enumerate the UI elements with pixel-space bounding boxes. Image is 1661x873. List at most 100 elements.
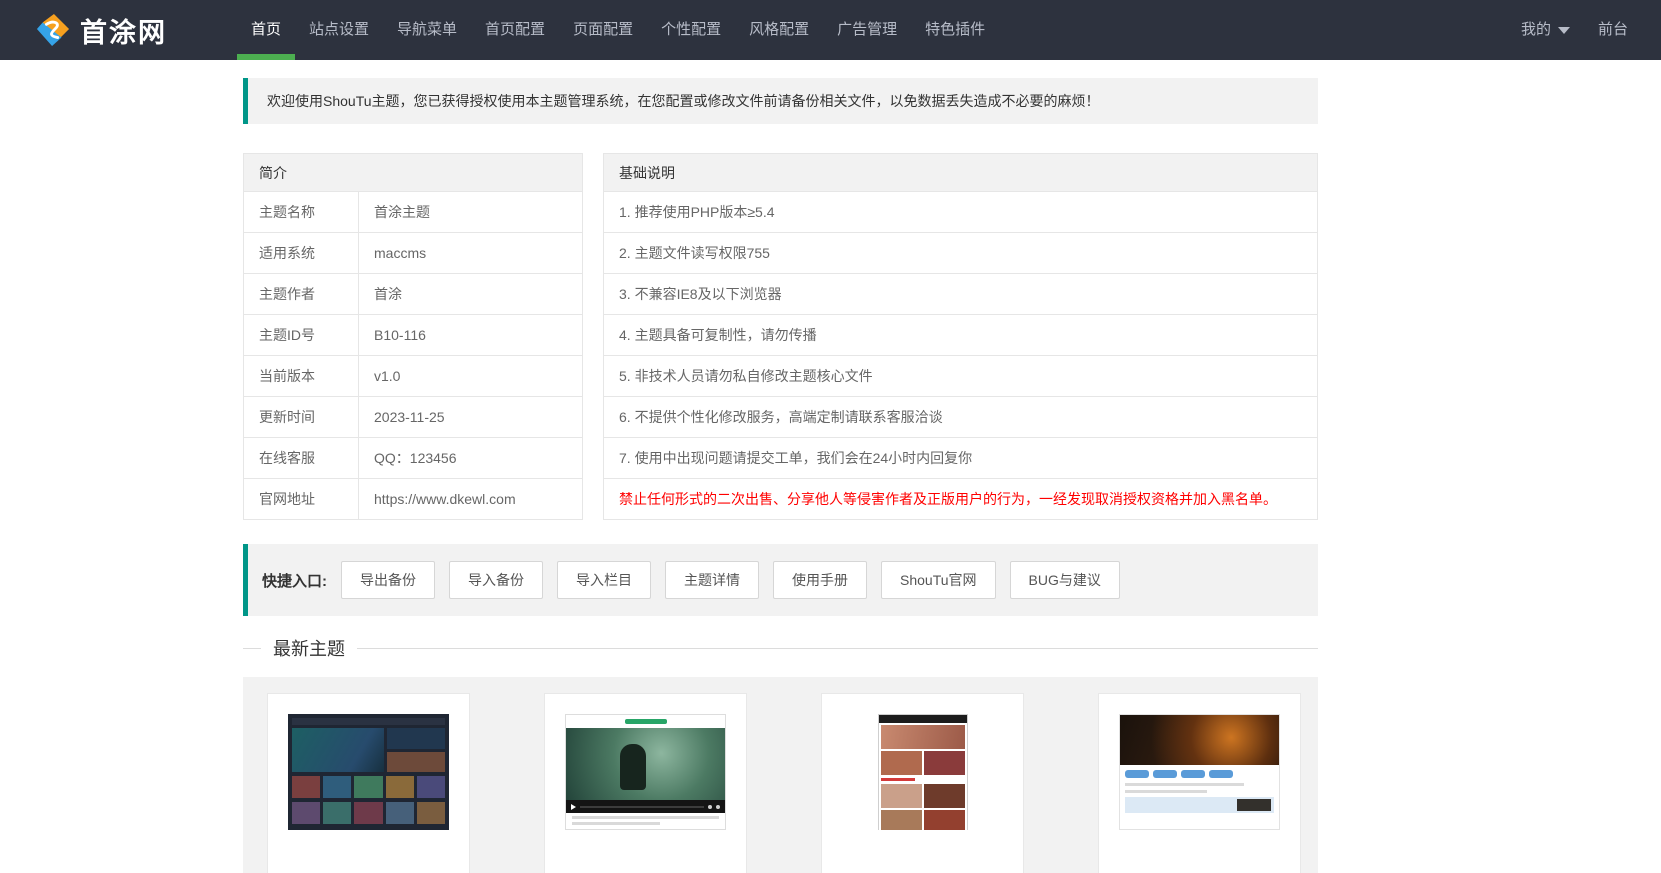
note-item: 2. 主题文件读写权限755: [603, 232, 1318, 274]
row-label: 主题ID号: [243, 314, 359, 356]
note-item: 6. 不提供个性化修改服务，高端定制请联系客服洽谈: [603, 396, 1318, 438]
theme-preview-image: [842, 714, 1003, 830]
table-row: 适用系统 maccms: [243, 232, 583, 274]
user-manual-button[interactable]: 使用手册: [773, 561, 867, 599]
phone-photo-grid: [880, 784, 965, 808]
export-backup-button[interactable]: 导出备份: [341, 561, 435, 599]
my-account-label: 我的: [1520, 21, 1551, 38]
shoutu-official-site-button[interactable]: ShouTu官网: [881, 561, 996, 599]
phone-photo-grid: [880, 810, 965, 830]
table-row: 主题名称 首涂主题: [243, 191, 583, 233]
divider-line: [243, 647, 261, 649]
theme-card[interactable]: [821, 693, 1024, 873]
preview-thumbnail-row: [292, 776, 446, 798]
row-label: 在线客服: [243, 437, 359, 479]
preview-title-bar: [566, 715, 725, 728]
notes-table: 基础说明 1. 推荐使用PHP版本≥5.4 2. 主题文件读写权限755 3. …: [603, 153, 1318, 520]
nav-item-site-settings[interactable]: 站点设置: [295, 0, 383, 60]
quick-entry-bar: 快捷入口: 导出备份 导入备份 导入栏目 主题详情 使用手册 ShouTu官网 …: [243, 544, 1318, 616]
bug-suggestion-button[interactable]: BUG与建议: [1009, 561, 1120, 599]
note-item: 1. 推荐使用PHP版本≥5.4: [603, 191, 1318, 233]
row-label: 当前版本: [243, 355, 359, 397]
nav-item-personal-config[interactable]: 个性配置: [647, 0, 735, 60]
latest-themes-panel: [243, 677, 1318, 873]
row-value: v1.0: [358, 355, 583, 397]
my-account-menu[interactable]: 我的: [1507, 0, 1584, 60]
row-value: B10-116: [358, 314, 583, 356]
row-label: 更新时间: [243, 396, 359, 438]
theme-card[interactable]: [267, 693, 470, 873]
license-warning-text: 禁止任何形式的二次出售、分享他人等侵害作者及正版用户的行为，一经发现取消授权资格…: [603, 478, 1318, 520]
import-backup-button[interactable]: 导入备份: [449, 561, 543, 599]
table-row: 6. 不提供个性化修改服务，高端定制请联系客服洽谈: [603, 396, 1318, 438]
nav-item-page-config[interactable]: 页面配置: [559, 0, 647, 60]
theme-card[interactable]: [544, 693, 747, 873]
section-title: 最新主题: [273, 639, 345, 659]
navbar-right: 我的 前台: [1507, 0, 1642, 60]
nav-item-style-config[interactable]: 风格配置: [735, 0, 823, 60]
import-categories-button[interactable]: 导入栏目: [557, 561, 651, 599]
preview-thumbnail-row: [292, 802, 446, 824]
preview-header-bar: [292, 718, 445, 725]
table-row: 当前版本 v1.0: [243, 355, 583, 397]
quick-entry-label: 快捷入口:: [262, 572, 327, 590]
nav-item-featured-plugins[interactable]: 特色插件: [911, 0, 999, 60]
row-label: 主题名称: [243, 191, 359, 233]
table-row: 更新时间 2023-11-25: [243, 396, 583, 438]
theme-card[interactable]: [1098, 693, 1301, 873]
main-nav: 首页 站点设置 导航菜单 首页配置 页面配置 个性配置 风格配置 广告管理 特色…: [237, 0, 999, 60]
table-row: 官网地址 https://www.dkewl.com: [243, 478, 583, 520]
note-item: 7. 使用中出现问题请提交工单，我们会在24小时内回复你: [603, 437, 1318, 479]
row-label: 主题作者: [243, 273, 359, 315]
frontend-link[interactable]: 前台: [1584, 0, 1642, 60]
table-row: 3. 不兼容IE8及以下浏览器: [603, 273, 1318, 315]
notes-table-title: 基础说明: [603, 153, 1318, 192]
preview-player-controls: [566, 800, 725, 813]
preview-banner-strip: [1125, 797, 1274, 813]
theme-preview-image: [565, 714, 726, 830]
nav-item-homepage-config[interactable]: 首页配置: [471, 0, 559, 60]
phone-photo-grid: [880, 751, 965, 775]
row-value: maccms: [358, 232, 583, 274]
nav-item-home[interactable]: 首页: [237, 0, 296, 60]
theme-preview-image: [1119, 714, 1280, 830]
welcome-text: 欢迎使用ShouTu主题，您已获得授权使用本主题管理系统，在您配置或修改文件前请…: [267, 93, 1100, 109]
preview-hero: [1120, 715, 1279, 765]
play-icon: [571, 803, 576, 810]
table-row: 在线客服 QQ：123456: [243, 437, 583, 479]
note-item: 4. 主题具备可复制性，请勿传播: [603, 314, 1318, 356]
table-row: 4. 主题具备可复制性，请勿传播: [603, 314, 1318, 356]
row-value: 首涂: [358, 273, 583, 315]
chevron-down-icon: [1557, 26, 1570, 34]
preview-hero: [292, 728, 445, 772]
logo-icon: [36, 13, 70, 47]
nav-item-ad-management[interactable]: 广告管理: [823, 0, 911, 60]
table-row: 禁止任何形式的二次出售、分享他人等侵害作者及正版用户的行为，一经发现取消授权资格…: [603, 478, 1318, 520]
preview-phone-screen: [877, 714, 968, 830]
logo-text: 首涂网: [80, 17, 167, 48]
intro-table: 简介 主题名称 首涂主题 适用系统 maccms 主题作者 首涂 主题ID号 B…: [243, 153, 583, 520]
row-label: 官网地址: [243, 478, 359, 520]
top-navbar: 首涂网 首页 站点设置 导航菜单 首页配置 页面配置 个性配置 风格配置 广告管…: [0, 0, 1661, 60]
theme-details-button[interactable]: 主题详情: [665, 561, 759, 599]
theme-preview-image: [288, 714, 449, 830]
phone-banner: [880, 725, 965, 749]
table-row: 主题作者 首涂: [243, 273, 583, 315]
note-item: 3. 不兼容IE8及以下浏览器: [603, 273, 1318, 315]
phone-statusbar: [878, 715, 967, 723]
welcome-alert: 欢迎使用ShouTu主题，您已获得授权使用本主题管理系统，在您配置或修改文件前请…: [243, 78, 1318, 124]
note-item: 5. 非技术人员请勿私自修改主题核心文件: [603, 355, 1318, 397]
official-site-url: https://www.dkewl.com: [358, 478, 583, 520]
preview-figure: [620, 743, 647, 790]
table-row: 2. 主题文件读写权限755: [603, 232, 1318, 274]
row-label: 适用系统: [243, 232, 359, 274]
site-logo[interactable]: 首涂网: [36, 11, 167, 50]
table-row: 主题ID号 B10-116: [243, 314, 583, 356]
preview-video-frame: [566, 728, 725, 800]
intro-table-title: 简介: [243, 153, 583, 192]
preview-button-row: [1125, 770, 1274, 778]
divider-line: [357, 647, 1318, 649]
nav-item-nav-menu[interactable]: 导航菜单: [383, 0, 471, 60]
row-value: 2023-11-25: [358, 396, 583, 438]
table-row: 1. 推荐使用PHP版本≥5.4: [603, 191, 1318, 233]
